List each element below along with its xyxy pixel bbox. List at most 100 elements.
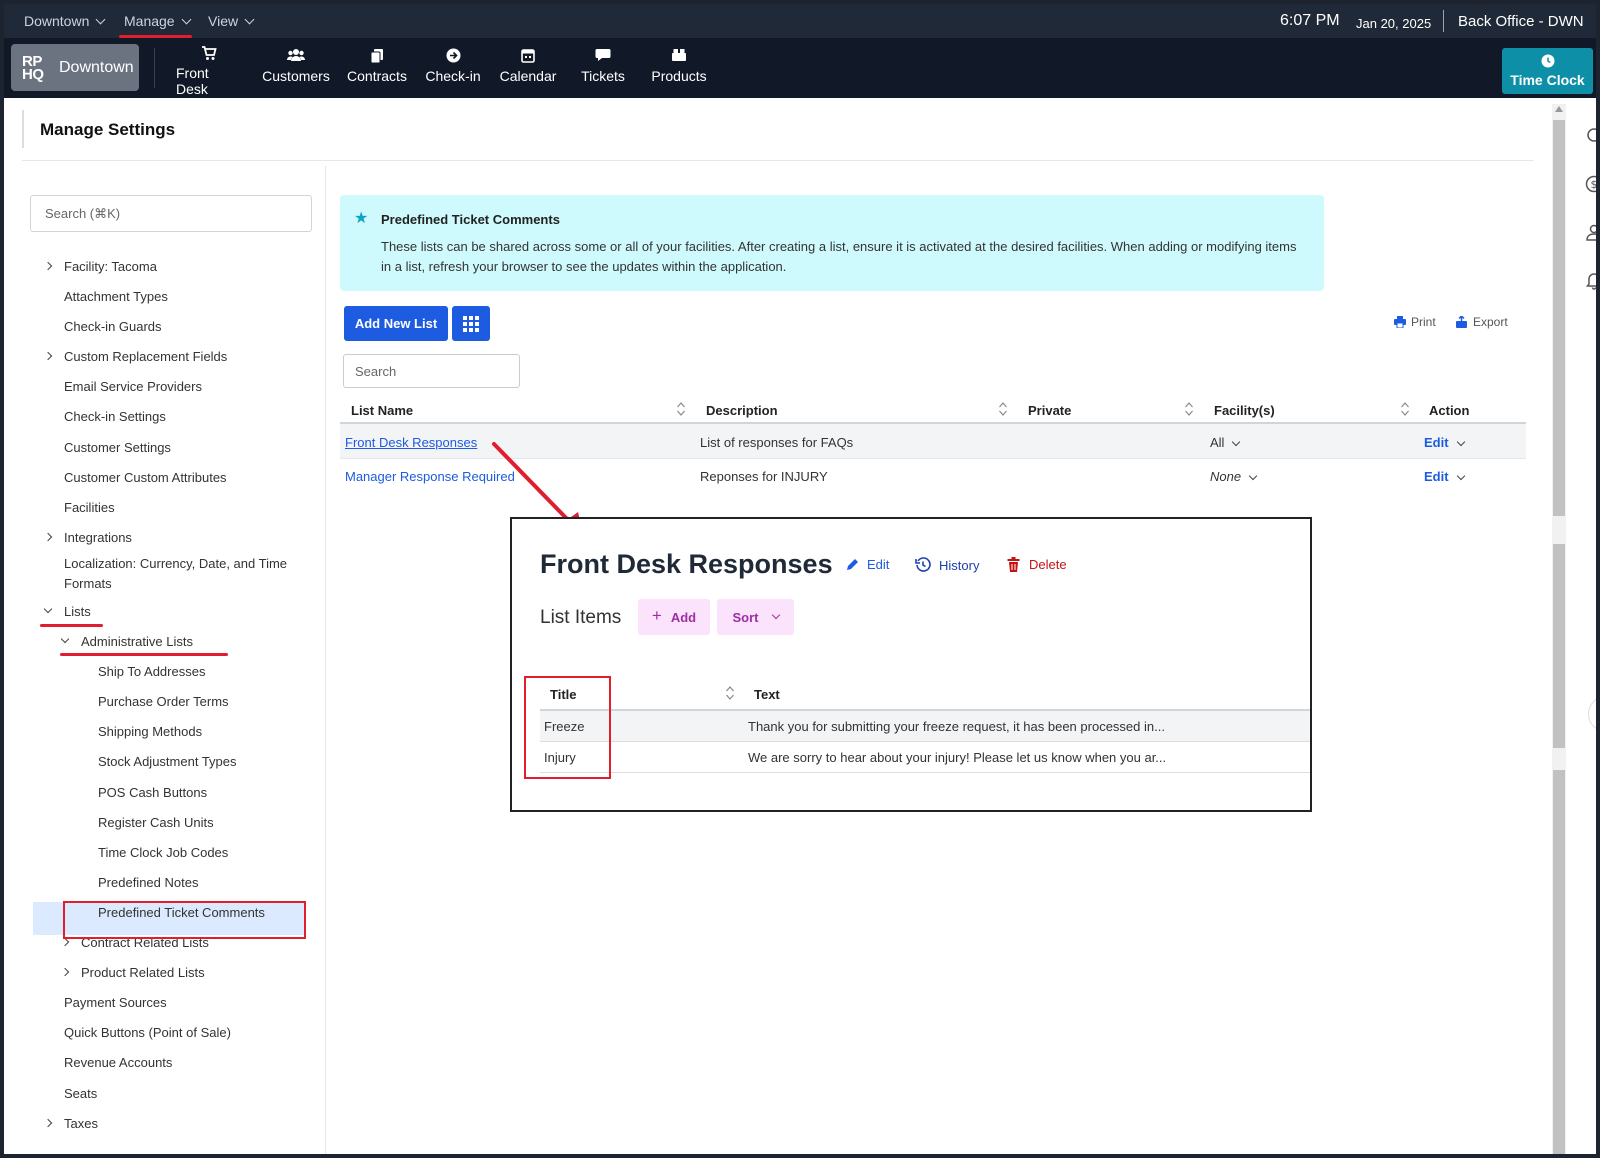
chevron-down-icon bbox=[1248, 471, 1258, 480]
sidebar-item[interactable]: Register Cash Units bbox=[98, 815, 214, 830]
nav-tickets[interactable]: Tickets bbox=[578, 46, 628, 92]
history-button[interactable]: History bbox=[915, 557, 979, 573]
divider bbox=[1443, 10, 1444, 32]
add-item-button[interactable]: + Add bbox=[638, 599, 710, 635]
sidebar-item[interactable]: Facilities bbox=[64, 500, 115, 515]
edit-button[interactable]: Edit bbox=[845, 557, 889, 572]
sidebar-item[interactable]: Quick Buttons (Point of Sale) bbox=[64, 1025, 231, 1040]
facility-select[interactable]: All bbox=[1210, 435, 1241, 450]
sidebar-item[interactable]: Facility: Tacoma bbox=[64, 259, 157, 274]
nav-calendar-label: Calendar bbox=[499, 68, 557, 84]
print-button[interactable]: Print bbox=[1394, 315, 1436, 329]
export-button[interactable]: Export bbox=[1456, 315, 1508, 329]
export-icon bbox=[1456, 316, 1467, 328]
chevron-down-icon[interactable] bbox=[60, 634, 70, 644]
column-header-private[interactable]: Private bbox=[1028, 403, 1071, 418]
menu-downtown[interactable]: Downtown bbox=[24, 4, 106, 38]
dollar-icon[interactable]: $ bbox=[1584, 174, 1600, 194]
clock-icon bbox=[1541, 54, 1554, 68]
nav-front-desk[interactable]: Front Desk bbox=[176, 46, 242, 97]
bell-icon[interactable] bbox=[1584, 270, 1600, 290]
chevron-right-icon[interactable] bbox=[43, 351, 53, 361]
sidebar-item[interactable]: Formats bbox=[64, 576, 112, 591]
row-action-menu[interactable]: Edit bbox=[1424, 435, 1465, 450]
column-header-description[interactable]: Description bbox=[706, 403, 778, 418]
sidebar-item[interactable]: Purchase Order Terms bbox=[98, 694, 229, 709]
time-clock-button[interactable]: Time Clock bbox=[1502, 48, 1593, 94]
user-icon[interactable] bbox=[1584, 222, 1600, 242]
sidebar-item[interactable]: Custom Replacement Fields bbox=[64, 349, 227, 364]
sidebar-item[interactable]: Check-in Guards bbox=[64, 319, 162, 334]
sort-icon[interactable] bbox=[676, 400, 686, 418]
nav-contracts[interactable]: Contracts bbox=[347, 46, 407, 92]
add-new-list-button[interactable]: Add New List bbox=[344, 306, 448, 341]
list-search-input[interactable]: Search bbox=[343, 354, 520, 388]
sidebar-item[interactable]: Shipping Methods bbox=[98, 724, 202, 739]
grid-view-button[interactable] bbox=[452, 306, 490, 341]
column-header-text: Text bbox=[754, 687, 780, 702]
nav-customers[interactable]: Customers bbox=[262, 46, 330, 92]
sidebar-item[interactable]: Integrations bbox=[64, 530, 132, 545]
chevron-right-icon[interactable] bbox=[43, 1118, 53, 1128]
sidebar-item[interactable]: Revenue Accounts bbox=[64, 1055, 172, 1070]
sidebar-item[interactable]: Product Related Lists bbox=[81, 965, 205, 980]
sidebar-item[interactable]: Localization: Currency, Date, and Time bbox=[64, 556, 287, 571]
settings-search-input[interactable]: Search (⌘K) bbox=[30, 195, 312, 232]
column-header-action: Action bbox=[1429, 403, 1470, 418]
nav-products[interactable]: Products bbox=[648, 46, 710, 92]
chevron-right-icon[interactable] bbox=[43, 261, 53, 271]
history-label: History bbox=[939, 557, 980, 573]
sidebar-item[interactable]: Predefined Notes bbox=[98, 875, 198, 890]
delete-button[interactable]: Delete bbox=[1007, 557, 1067, 572]
sidebar-item[interactable]: POS Cash Buttons bbox=[98, 785, 207, 800]
list-description: Reponses for INJURY bbox=[700, 469, 828, 484]
sort-icon[interactable] bbox=[725, 684, 735, 702]
sidebar-item[interactable]: Check-in Settings bbox=[64, 409, 166, 424]
chevron-down-icon bbox=[95, 14, 106, 24]
sidebar-item[interactable]: Customer Settings bbox=[64, 440, 171, 455]
scrollbar-thumb[interactable] bbox=[1553, 770, 1565, 1154]
search-icon[interactable] bbox=[1584, 126, 1600, 146]
sidebar-item[interactable]: Administrative Lists bbox=[81, 634, 193, 649]
location-label[interactable]: Back Office - DWN bbox=[1458, 4, 1584, 38]
sidebar-item[interactable]: Stock Adjustment Types bbox=[98, 754, 237, 769]
sidebar-item[interactable]: Ship To Addresses bbox=[98, 664, 205, 679]
sidebar-item[interactable]: Seats bbox=[64, 1086, 97, 1101]
list-name-link[interactable]: Front Desk Responses bbox=[345, 435, 477, 450]
banner-title: Predefined Ticket Comments bbox=[381, 212, 560, 227]
export-label: Export bbox=[1473, 315, 1508, 329]
sidebar-item[interactable]: Email Service Providers bbox=[64, 379, 202, 394]
collapse-tab[interactable] bbox=[1588, 696, 1596, 732]
row-action-menu[interactable]: Edit bbox=[1424, 469, 1465, 484]
facility-select[interactable]: None bbox=[1210, 469, 1258, 484]
nav-calendar[interactable]: Calendar bbox=[500, 46, 556, 92]
sidebar-item[interactable]: Time Clock Job Codes bbox=[98, 845, 228, 860]
scrollbar-thumb[interactable] bbox=[1553, 120, 1565, 516]
menu-manage[interactable]: Manage bbox=[124, 4, 192, 38]
sort-icon[interactable] bbox=[1184, 400, 1194, 418]
chevron-down-icon[interactable] bbox=[43, 604, 53, 614]
sidebar-item[interactable]: Lists bbox=[64, 604, 91, 619]
sidebar-item[interactable]: Customer Custom Attributes bbox=[64, 470, 227, 485]
facility-switcher[interactable]: RP HQ Downtown bbox=[11, 44, 139, 91]
menu-view[interactable]: View bbox=[208, 4, 255, 38]
nav-check-in[interactable]: Check-in bbox=[425, 46, 481, 92]
column-header-list-name[interactable]: List Name bbox=[351, 403, 413, 418]
column-header-facilities[interactable]: Facility(s) bbox=[1214, 403, 1275, 418]
sort-label: Sort bbox=[732, 609, 759, 625]
chevron-right-icon[interactable] bbox=[60, 967, 70, 977]
edit-link: Edit bbox=[1424, 435, 1449, 450]
sidebar-item[interactable]: Attachment Types bbox=[64, 289, 168, 304]
sidebar-item[interactable]: Taxes bbox=[64, 1116, 98, 1131]
list-items-heading: List Items bbox=[540, 607, 622, 628]
sort-icon[interactable] bbox=[1400, 400, 1410, 418]
scroll-up-arrow[interactable] bbox=[1555, 106, 1563, 112]
chevron-right-icon[interactable] bbox=[43, 532, 53, 542]
sort-icon[interactable] bbox=[998, 400, 1008, 418]
sidebar-item[interactable]: Payment Sources bbox=[64, 995, 167, 1010]
delete-label: Delete bbox=[1029, 557, 1067, 572]
scrollbar-thumb[interactable] bbox=[1553, 544, 1565, 748]
chevron-down-icon bbox=[244, 14, 255, 24]
sort-button[interactable]: Sort bbox=[717, 599, 794, 635]
chevron-right-icon[interactable] bbox=[60, 937, 70, 947]
